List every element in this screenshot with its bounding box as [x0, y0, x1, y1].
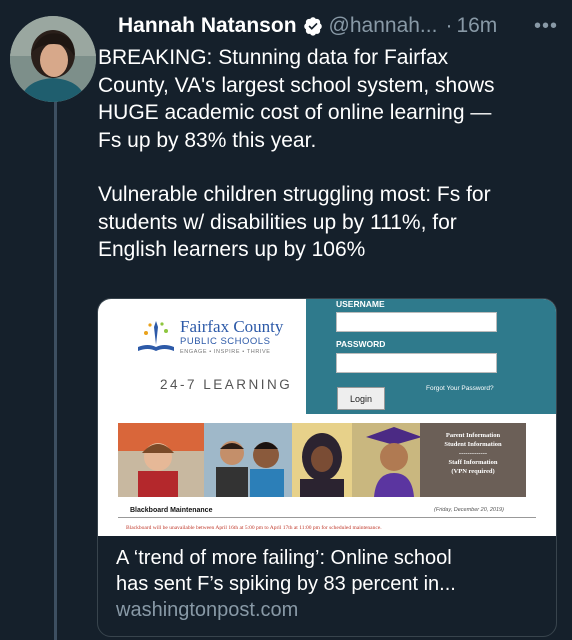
info-links-panel: Parent Information Student Information -…: [420, 423, 526, 497]
student-photo-3: [292, 423, 352, 497]
card-preview-image: Fairfax County PUBLIC SCHOOLS ENGAGE • I…: [98, 299, 556, 536]
card-domain: washingtonpost.com: [116, 599, 299, 621]
maintenance-title: Blackboard Maintenance: [130, 507, 213, 514]
password-field: [336, 353, 497, 373]
link-preview-card[interactable]: Fairfax County PUBLIC SCHOOLS ENGAGE • I…: [97, 298, 557, 637]
logo-subtitle: PUBLIC SCHOOLS: [180, 336, 271, 347]
username-field: [336, 312, 497, 332]
logo-title: Fairfax County: [180, 317, 284, 336]
divider: [118, 517, 536, 518]
forgot-password-link: Forgot Your Password?: [426, 385, 494, 392]
avatar[interactable]: [10, 16, 96, 102]
more-options-icon[interactable]: •••: [530, 15, 562, 38]
tweet-paragraph-2: Vulnerable children struggling most: Fs …: [98, 183, 491, 261]
maintenance-notice: Blackboard will be unavailable between A…: [126, 525, 382, 531]
login-button: Login: [337, 387, 385, 410]
author-name[interactable]: Hannah Natanson: [118, 14, 297, 38]
password-label: PASSWORD: [336, 339, 386, 349]
thread-connector-line: [54, 100, 57, 640]
info-link: Student Information: [444, 441, 502, 448]
logo-tagline: ENGAGE • INSPIRE • THRIVE: [180, 349, 271, 355]
card-text: A ‘trend of more failing’: Online school…: [116, 545, 546, 623]
maintenance-date: (Friday, December 20, 2019): [434, 507, 504, 513]
author-handle[interactable]: @hannah...: [329, 14, 438, 38]
card-title: A ‘trend of more failing’: Online school…: [116, 547, 456, 595]
tweet-timestamp[interactable]: 16m: [456, 14, 497, 38]
tweet-paragraph-1: BREAKING: Stunning data for Fairfax Coun…: [98, 46, 495, 152]
info-link: Parent Information: [445, 432, 501, 439]
tweet-body: BREAKING: Stunning data for Fairfax Coun…: [98, 44, 560, 264]
info-note: (VPN required): [451, 468, 495, 475]
username-label: USERNAME: [336, 299, 385, 309]
info-divider: -------------: [458, 450, 488, 457]
avatar-photo: [10, 16, 96, 102]
tweet-header: Hannah Natanson @hannah... · 16m •••: [118, 10, 562, 42]
student-photo-2: [204, 423, 292, 497]
verified-badge-icon: [303, 17, 322, 36]
students-photo-strip: [118, 423, 434, 497]
student-photo-1: [118, 423, 204, 497]
login-panel: USERNAME PASSWORD Login Forgot Your Pass…: [306, 299, 556, 414]
info-link: Staff Information: [448, 459, 498, 466]
fcps-logo-mark-icon: [138, 321, 174, 351]
fcps-logo: Fairfax County PUBLIC SCHOOLS ENGAGE • I…: [118, 313, 298, 403]
separator-dot: ·: [445, 14, 453, 37]
learning-heading: 24-7 LEARNING: [160, 377, 293, 392]
